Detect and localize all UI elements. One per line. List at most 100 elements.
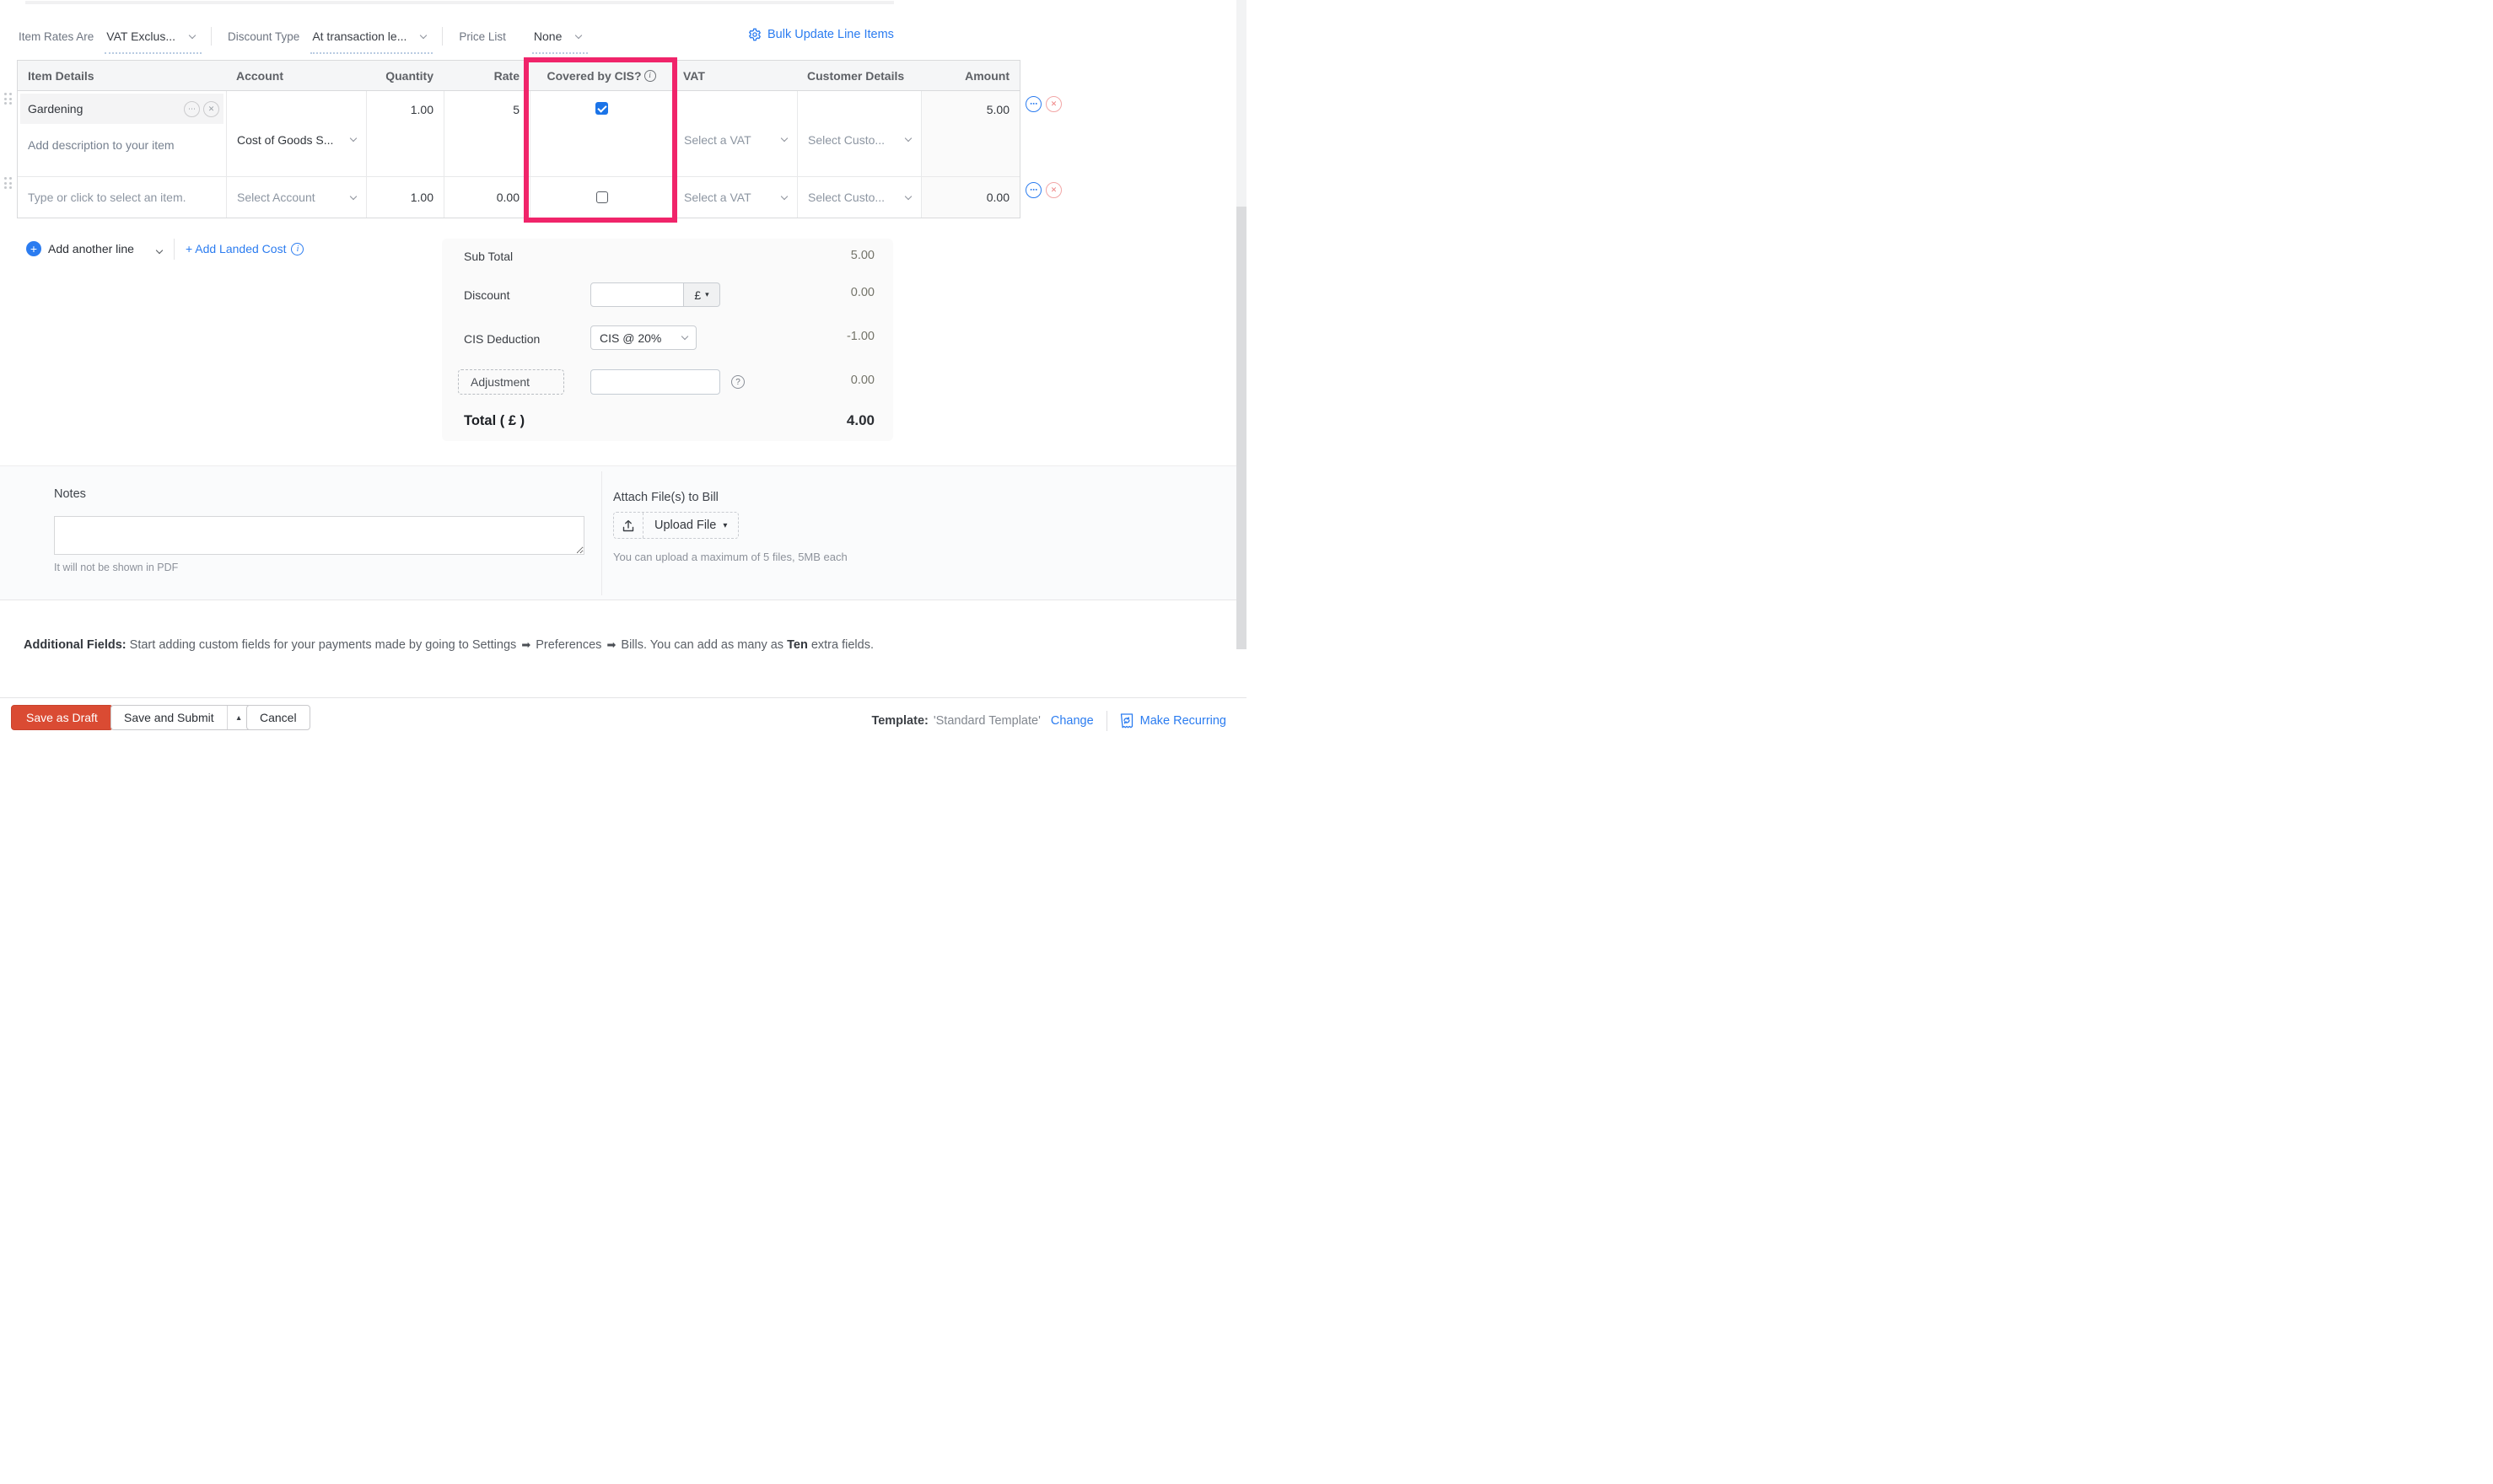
column-header-vat: VAT bbox=[673, 61, 797, 91]
line-items-table: Item Details Account Quantity Rate Cover… bbox=[17, 60, 1020, 218]
footer-divider bbox=[0, 697, 1246, 698]
discount-type-dropdown[interactable]: At transaction le... bbox=[312, 30, 426, 43]
table-row-1-item-cell[interactable]: Gardening ⋯ ✕ Add description to your it… bbox=[18, 91, 226, 177]
column-header-account: Account bbox=[226, 61, 366, 91]
chevron-down-icon bbox=[189, 31, 196, 38]
add-line-row: + Add another line + Add Landed Cost i bbox=[26, 237, 304, 261]
item-clear-icon[interactable]: ✕ bbox=[203, 101, 219, 117]
recurring-document-icon bbox=[1120, 713, 1133, 729]
divider bbox=[601, 471, 602, 595]
notes-attachments-section: Notes It will not be shown in PDF Attach… bbox=[0, 465, 1237, 600]
info-icon: i bbox=[291, 243, 304, 255]
table-row-1-quantity-cell[interactable]: 1.00 bbox=[366, 91, 444, 177]
additional-fields-note: Additional Fields: Start adding custom f… bbox=[24, 638, 874, 652]
help-icon[interactable]: ? bbox=[731, 375, 745, 389]
account-value: Cost of Goods S... bbox=[237, 133, 333, 147]
cis-deduction-value: -1.00 bbox=[847, 330, 875, 343]
column-header-quantity: Quantity bbox=[366, 61, 444, 91]
table-row-2-customer-cell[interactable]: Select Custo... bbox=[797, 177, 921, 218]
table-row-2-account-cell[interactable]: Select Account bbox=[226, 177, 366, 218]
item-name-value: Gardening bbox=[28, 102, 83, 116]
sub-total-label: Sub Total bbox=[464, 250, 513, 263]
attach-files-label: Attach File(s) to Bill bbox=[613, 491, 719, 504]
add-landed-cost-link[interactable]: + Add Landed Cost i bbox=[186, 242, 304, 255]
row-2-drag-handle[interactable] bbox=[4, 177, 13, 189]
table-row-2-cis-cell bbox=[530, 177, 673, 218]
total-label: Total ( £ ) bbox=[464, 413, 525, 429]
make-recurring-link[interactable]: Make Recurring bbox=[1120, 713, 1226, 729]
table-row-1-account-cell[interactable]: Cost of Goods S... bbox=[226, 91, 366, 177]
discount-input[interactable] bbox=[590, 282, 684, 307]
table-row-1-amount-cell: 5.00 bbox=[921, 91, 1020, 177]
add-line-dropdown-toggle[interactable] bbox=[157, 242, 162, 255]
item-description-placeholder[interactable]: Add description to your item bbox=[28, 138, 216, 152]
table-row-1-vat-cell[interactable]: Select a VAT bbox=[673, 91, 797, 177]
chevron-down-icon bbox=[420, 31, 427, 38]
price-list-label: Price List bbox=[459, 30, 506, 43]
account-placeholder: Select Account bbox=[237, 191, 315, 204]
additional-fields-text: Preferences bbox=[532, 638, 605, 652]
row-delete-icon[interactable]: ✕ bbox=[1046, 182, 1062, 198]
cis-deduction-label: CIS Deduction bbox=[464, 332, 540, 346]
customer-placeholder: Select Custo... bbox=[808, 133, 885, 147]
table-row-1-customer-cell[interactable]: Select Custo... bbox=[797, 91, 921, 177]
bulk-update-line-items-link[interactable]: Bulk Update Line Items bbox=[748, 28, 894, 41]
right-arrow-icon: ➡ bbox=[520, 638, 532, 651]
notes-label: Notes bbox=[54, 487, 86, 501]
info-icon[interactable]: i bbox=[644, 70, 656, 82]
template-change-link[interactable]: Change bbox=[1051, 714, 1094, 728]
notes-textarea[interactable] bbox=[54, 516, 584, 555]
table-row-2-vat-cell[interactable]: Select a VAT bbox=[673, 177, 797, 218]
cis-option-value: CIS @ 20% bbox=[600, 331, 661, 345]
scrollbar-thumb[interactable] bbox=[1236, 207, 1246, 649]
table-row-2-rate-cell[interactable]: 0.00 bbox=[444, 177, 530, 218]
item-name-input[interactable]: Gardening ⋯ ✕ bbox=[20, 94, 223, 124]
row-1-drag-handle[interactable] bbox=[4, 93, 13, 105]
caret-down-icon: ▾ bbox=[723, 521, 727, 530]
upload-file-button[interactable]: Upload File ▾ bbox=[613, 512, 739, 539]
table-row-2-amount-cell: 0.00 bbox=[921, 177, 1020, 218]
table-row-2-item-cell[interactable]: Type or click to select an item. bbox=[18, 177, 226, 218]
item-rates-dropdown[interactable]: VAT Exclus... bbox=[106, 30, 195, 43]
discount-type-value: At transaction le... bbox=[312, 30, 407, 43]
bill-edit-page: Item Rates Are VAT Exclus... Discount Ty… bbox=[0, 0, 1246, 742]
cis-checkbox-checked[interactable] bbox=[595, 102, 608, 115]
table-row-1-rate-cell[interactable]: 5 bbox=[444, 91, 530, 177]
price-list-dropdown[interactable]: None bbox=[534, 30, 581, 43]
additional-fields-text: Start adding custom fields for your paym… bbox=[127, 638, 520, 652]
row-delete-icon[interactable]: ✕ bbox=[1046, 96, 1062, 112]
template-value: 'Standard Template' bbox=[934, 714, 1041, 728]
discount-currency-dropdown[interactable]: £ ▾ bbox=[684, 282, 720, 307]
save-as-draft-button[interactable]: Save as Draft bbox=[11, 705, 113, 730]
table-row-2-quantity-cell[interactable]: 1.00 bbox=[366, 177, 444, 218]
vat-placeholder: Select a VAT bbox=[684, 133, 751, 147]
discount-value: 0.00 bbox=[851, 286, 875, 299]
vat-placeholder: Select a VAT bbox=[684, 191, 751, 204]
row-more-icon[interactable]: ⋯ bbox=[1026, 182, 1042, 198]
chevron-down-icon bbox=[905, 135, 912, 142]
cancel-button[interactable]: Cancel bbox=[246, 705, 310, 730]
totals-summary-panel: Sub Total 5.00 Discount £ ▾ 0.00 CIS Ded… bbox=[442, 239, 893, 441]
adjustment-value: 0.00 bbox=[851, 374, 875, 387]
cis-deduction-dropdown[interactable]: CIS @ 20% bbox=[590, 325, 697, 350]
additional-fields-text: Bills. You can add as many as bbox=[617, 638, 787, 652]
item-more-icon[interactable]: ⋯ bbox=[184, 101, 200, 117]
line-item-controls: Item Rates Are VAT Exclus... Discount Ty… bbox=[19, 23, 581, 50]
row-1-actions: ⋯ ✕ bbox=[1026, 96, 1062, 112]
total-value: 4.00 bbox=[847, 412, 875, 429]
chevron-down-icon bbox=[350, 192, 357, 199]
column-header-customer-details: Customer Details bbox=[797, 61, 921, 91]
cis-header-label: Covered by CIS? bbox=[547, 69, 641, 83]
item-rates-value: VAT Exclus... bbox=[106, 30, 175, 43]
save-and-submit-button[interactable]: Save and Submit ▲ bbox=[110, 705, 251, 730]
row-more-icon[interactable]: ⋯ bbox=[1026, 96, 1042, 112]
add-another-line-button[interactable]: Add another line bbox=[48, 242, 134, 255]
divider bbox=[442, 27, 443, 46]
upload-hint: You can upload a maximum of 5 files, 5MB… bbox=[613, 551, 848, 563]
top-divider bbox=[25, 1, 894, 4]
plus-circle-icon: + bbox=[26, 241, 41, 256]
adjustment-field-button[interactable]: Adjustment bbox=[458, 369, 564, 395]
cis-checkbox-unchecked[interactable] bbox=[596, 191, 608, 203]
divider bbox=[174, 239, 175, 260]
adjustment-input[interactable] bbox=[590, 369, 720, 395]
